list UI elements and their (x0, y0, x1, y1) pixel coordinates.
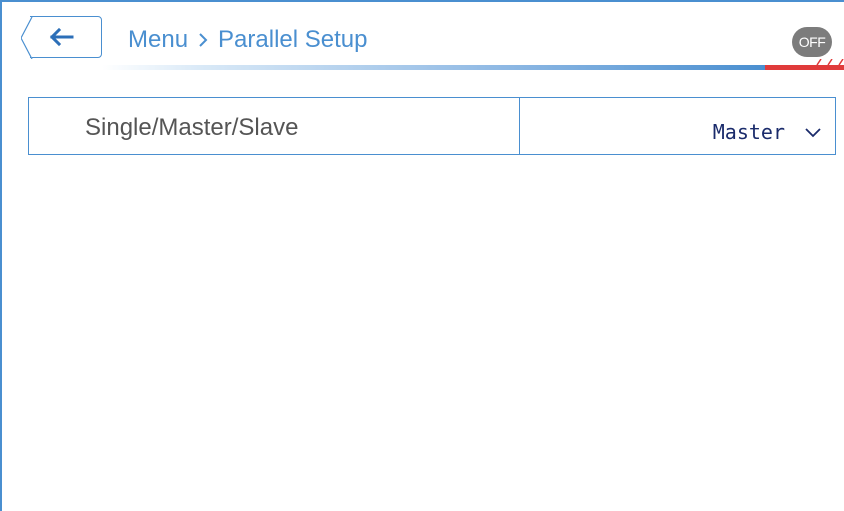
dropdown-selected-value: Master (712, 120, 785, 144)
breadcrumb-menu-link[interactable]: Menu (128, 26, 188, 54)
breadcrumb: Menu Parallel Setup (128, 26, 367, 54)
chevron-down-icon (805, 128, 821, 138)
header-alert-bar (765, 65, 844, 70)
header-alert-stripes (816, 59, 844, 65)
page-title: Parallel Setup (218, 26, 368, 53)
arrow-left-icon (49, 27, 74, 47)
mode-dropdown[interactable]: Master (520, 98, 835, 154)
parallel-setup-screen: Menu Parallel Setup OFF Single/Master/Sl… (0, 0, 844, 511)
status-toggle[interactable]: OFF (792, 27, 832, 57)
setting-label: Single/Master/Slave (29, 98, 520, 154)
header-bar: Menu Parallel Setup OFF (2, 2, 844, 72)
header-divider (102, 65, 765, 70)
setting-row-single-master-slave: Single/Master/Slave Master (28, 97, 836, 155)
chevron-right-icon (199, 33, 208, 47)
back-button-notch (21, 17, 33, 59)
back-button[interactable] (20, 16, 102, 59)
